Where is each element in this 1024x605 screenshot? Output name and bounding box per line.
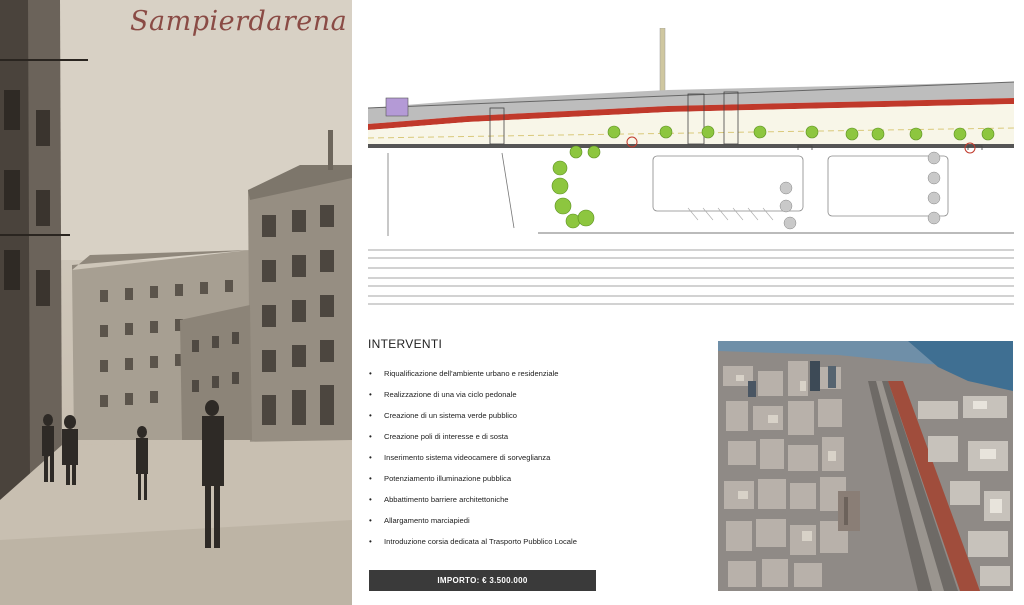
list-item: • Realizzazione di una via ciclo pedonale — [368, 384, 698, 405]
interventions-list: • Riqualificazione dell'ambiente urbano e… — [368, 363, 698, 552]
list-item: • Inserimento sistema videocamere di sorv… — [368, 447, 698, 468]
list-item: • Abbattimento barriere architettoniche — [368, 489, 698, 510]
intervention-label: Potenziamento illuminazione pubblica — [384, 474, 512, 483]
aerial-photo-svg — [718, 341, 1013, 591]
bullet-icon: • — [369, 474, 372, 483]
intervention-label: Creazione poli di interesse e di sosta — [384, 432, 509, 441]
bullet-icon: • — [369, 369, 372, 378]
bullet-icon: • — [369, 411, 372, 420]
bullet-icon: • — [369, 432, 372, 441]
list-item: • Riqualificazione dell'ambiente urbano e… — [368, 363, 698, 384]
aerial-city-photo — [718, 341, 1013, 591]
intervention-label: Creazione di un sistema verde pubblico — [384, 411, 517, 420]
list-item: • Creazione di un sistema verde pubblico — [368, 405, 698, 426]
bullet-icon: • — [369, 537, 372, 546]
intervention-label: Allargamento marciapiedi — [384, 516, 470, 525]
intervention-label: Abbattimento barriere architettoniche — [384, 495, 509, 504]
postcard-title: Sampierdarena — [130, 6, 348, 37]
intervention-label: Introduzione corsia dedicata al Trasport… — [384, 537, 577, 546]
site-plan-drawing — [367, 27, 1015, 310]
postcard-street-scene — [0, 0, 352, 605]
bullet-icon: • — [369, 453, 372, 462]
interventions-heading: INTERVENTI — [368, 337, 443, 351]
bullet-icon: • — [369, 390, 372, 399]
intervention-label: Inserimento sistema videocamere di sorve… — [384, 453, 551, 462]
list-item: • Allargamento marciapiedi — [368, 510, 698, 531]
list-item: • Creazione poli di interesse e di sosta — [368, 426, 698, 447]
interventions-section: INTERVENTI • Riqualificazione dell'ambien… — [368, 337, 698, 552]
vintage-postcard: Sampierdarena — [0, 0, 352, 605]
bullet-icon: • — [369, 516, 372, 525]
site-plan-svg — [367, 27, 1015, 305]
list-item: • Potenziamento illuminazione pubblica — [368, 468, 698, 489]
intervention-label: Realizzazione di una via ciclo pedonale — [384, 390, 517, 399]
intervention-label: Riqualificazione dell'ambiente urbano e … — [384, 369, 559, 378]
importo-banner: IMPORTO: € 3.500.000 — [369, 570, 596, 591]
list-item: • Introduzione corsia dedicata al Traspor… — [368, 531, 698, 552]
bullet-icon: • — [369, 495, 372, 504]
